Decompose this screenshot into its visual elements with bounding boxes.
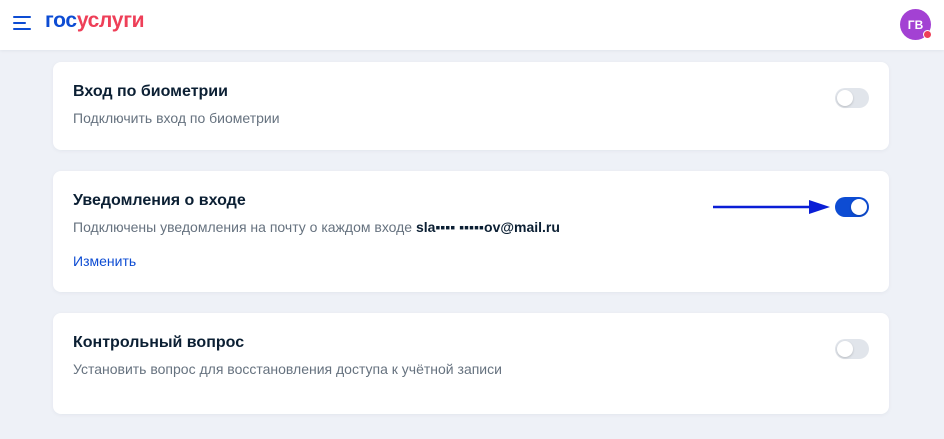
security-question-title: Контрольный вопрос [73, 334, 245, 351]
annotation-arrow-icon [713, 200, 830, 214]
toggle-knob [837, 341, 853, 357]
gosuslugi-logo[interactable]: госуслуги [45, 9, 145, 33]
biometric-login-title: Вход по биометрии [73, 83, 228, 100]
login-notifications-toggle[interactable] [835, 197, 869, 217]
logo-part-uslugi: услуги [76, 9, 145, 32]
biometric-login-card: Вход по биометрии Подключить вход по био… [53, 62, 889, 150]
toggle-knob [851, 199, 867, 215]
avatar[interactable]: ГВ [900, 9, 932, 40]
biometric-login-toggle[interactable] [835, 88, 869, 108]
security-question-card: Контрольный вопрос Установить вопрос для… [53, 313, 889, 414]
login-notifications-card: Уведомления о входе Подключены уведомлен… [53, 171, 889, 292]
change-email-link[interactable]: Изменить [73, 253, 136, 269]
biometric-login-description: Подключить вход по биометрии [73, 110, 280, 126]
avatar-initials: ГВ [907, 17, 924, 32]
notifications-email: sla▪▪▪▪ ▪▪▪▪▪ov@mail.ru [416, 219, 560, 235]
header: госуслуги ГВ [0, 0, 944, 50]
hamburger-menu-icon[interactable] [13, 14, 31, 32]
toggle-knob [837, 90, 853, 106]
login-notifications-description: Подключены уведомления на почту о каждом… [73, 219, 560, 235]
security-question-description: Установить вопрос для восстановления дос… [73, 361, 502, 377]
logo-part-gos: гос [45, 9, 77, 32]
security-question-toggle[interactable] [835, 339, 869, 359]
notifications-description-text: Подключены уведомления на почту о каждом… [73, 219, 413, 235]
login-notifications-title: Уведомления о входе [73, 192, 246, 209]
notification-dot-icon [923, 30, 932, 39]
